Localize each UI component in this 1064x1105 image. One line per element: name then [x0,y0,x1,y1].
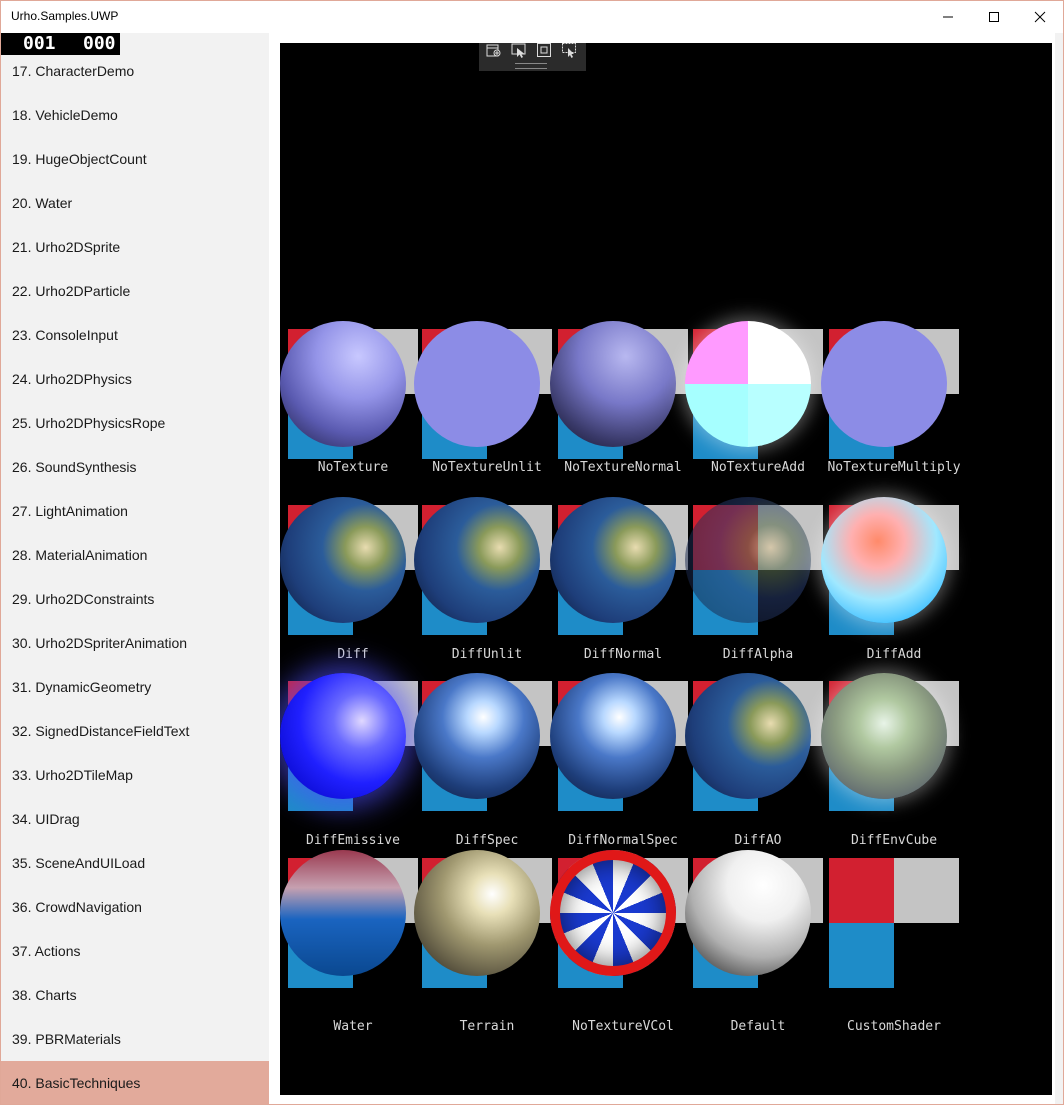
sidebar-item[interactable]: 25. Urho2DPhysicsRope [1,401,269,445]
toolbar-grip-handle[interactable] [515,63,547,69]
sidebar-item[interactable]: 36. CrowdNavigation [1,885,269,929]
material-sphere [685,673,811,799]
technique-label: NoTextureVCol [572,1019,674,1034]
render-viewport[interactable]: NoTexture NoTextureUnlit NoTextureNormal No… [280,43,1052,1095]
technique-label: DiffAlpha [722,647,794,662]
technique-label: DiffUnlit [451,647,523,662]
checker-quad [829,923,894,988]
layout-bounds-icon[interactable] [533,43,555,59]
maximize-button[interactable] [971,1,1017,33]
sidebar-item[interactable]: 22. Urho2DParticle [1,269,269,313]
sidebar-item[interactable]: 21. Urho2DSprite [1,225,269,269]
material-sphere [550,850,676,976]
technique-label: DiffNormalSpec [568,833,678,848]
sidebar-item[interactable]: 17. CharacterDemo [1,49,269,93]
minimize-icon [943,16,953,18]
window-title: Urho.Samples.UWP [11,9,119,23]
material-sphere [821,321,947,447]
technique-label: DiffSpec [455,833,519,848]
sidebar-item[interactable]: 33. Urho2DTileMap [1,753,269,797]
sample-list[interactable]: 001 000 17. CharacterDemo 18. VehicleDemo… [1,33,269,1104]
technique-label: DiffAO [734,833,782,848]
material-sphere [821,497,947,623]
sidebar-item[interactable]: 39. PBRMaterials [1,1017,269,1061]
select-element-icon[interactable] [483,43,505,59]
maximize-icon [989,12,999,22]
sidebar-item[interactable]: 19. HugeObjectCount [1,137,269,181]
material-sphere [414,321,540,447]
fps-counter-right: 000 [83,33,116,54]
technique-label: Water [333,1019,373,1034]
material-sphere [821,673,947,799]
technique-label: CustomShader [847,1019,941,1034]
technique-label: NoTextureAdd [711,460,805,475]
close-icon [1034,11,1046,23]
material-sphere [685,497,811,623]
material-sphere [550,321,676,447]
debug-toolbar[interactable] [479,43,586,71]
checker-quad [829,858,894,923]
sidebar-item[interactable]: 32. SignedDistanceFieldText [1,709,269,753]
track-focus-icon[interactable] [558,43,580,59]
title-bar[interactable]: Urho.Samples.UWP [1,1,1063,33]
material-sphere [280,850,406,976]
technique-label: DiffNormal [583,647,663,662]
technique-label: DiffAdd [866,647,922,662]
technique-tile [829,858,959,988]
technique-label: NoTextureUnlit [432,460,542,475]
material-sphere [685,321,811,447]
sidebar-item[interactable]: 30. Urho2DSpriterAnimation [1,621,269,665]
sidebar-item[interactable]: 24. Urho2DPhysics [1,357,269,401]
technique-label: Default [730,1019,786,1034]
pointer-icon[interactable] [508,43,530,59]
material-sphere [280,497,406,623]
material-sphere [280,673,406,799]
sidebar-item[interactable]: 23. ConsoleInput [1,313,269,357]
close-button[interactable] [1017,1,1063,33]
app-window: Urho.Samples.UWP 001 000 17. CharacterDe… [0,0,1064,1105]
checker-quad [894,858,959,923]
sidebar-item[interactable]: 28. MaterialAnimation [1,533,269,577]
frame-rate-counter: 001 000 [1,33,120,55]
sidebar-item[interactable]: 26. SoundSynthesis [1,445,269,489]
right-edge [1055,33,1063,1104]
technique-label: NoTexture [317,460,389,475]
checker-quad [894,923,959,988]
sidebar-item[interactable]: 38. Charts [1,973,269,1017]
material-sphere [685,850,811,976]
sidebar-item[interactable]: 27. LightAnimation [1,489,269,533]
sidebar-item[interactable]: 20. Water [1,181,269,225]
sidebar-item[interactable]: 31. DynamicGeometry [1,665,269,709]
material-sphere [550,673,676,799]
technique-label: NoTextureMultiply [827,460,961,475]
sidebar-item[interactable]: 34. UIDrag [1,797,269,841]
material-sphere [414,850,540,976]
material-sphere [550,497,676,623]
fps-counter-left: 001 [23,33,56,54]
technique-label: Terrain [459,1019,515,1034]
sidebar-item[interactable]: 29. Urho2DConstraints [1,577,269,621]
technique-label: Diff [337,647,369,662]
sidebar-item[interactable]: 37. Actions [1,929,269,973]
sidebar-item[interactable]: 35. SceneAndUILoad [1,841,269,885]
minimize-button[interactable] [925,1,971,33]
sidebar-item[interactable]: 18. VehicleDemo [1,93,269,137]
material-sphere [414,497,540,623]
technique-label: DiffEnvCube [850,833,938,848]
sidebar-item[interactable]: 40. BasicTechniques [1,1061,269,1104]
technique-label: DiffEmissive [306,833,400,848]
material-sphere [280,321,406,447]
technique-label: NoTextureNormal [564,460,682,475]
material-sphere [414,673,540,799]
